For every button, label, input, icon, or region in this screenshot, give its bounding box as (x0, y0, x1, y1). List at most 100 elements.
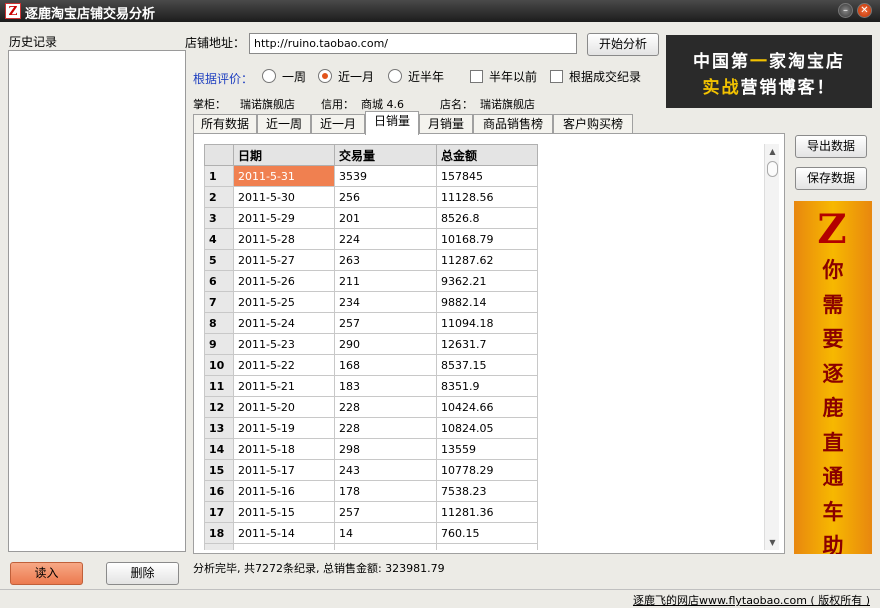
vertical-scrollbar[interactable]: ▲ ▼ (764, 144, 779, 550)
table-cell[interactable]: 11094.18 (436, 312, 538, 334)
table-row[interactable]: 9 2011-5-23 290 12631.7 (204, 333, 538, 355)
row-number-cell[interactable]: 19 (204, 543, 234, 550)
table-row[interactable]: 10 2011-5-22 168 8537.15 (204, 354, 538, 376)
table-cell[interactable]: 2011-5-29 (233, 207, 335, 229)
tab-all-data[interactable]: 所有数据 (193, 114, 257, 134)
table-cell[interactable]: 2011-5-19 (233, 417, 335, 439)
row-number-cell[interactable]: 17 (204, 501, 234, 523)
tab-month[interactable]: 近一月 (311, 114, 365, 134)
table-row[interactable]: 18 2011-5-14 14 760.15 (204, 522, 538, 544)
table-row[interactable]: 7 2011-5-25 234 9882.14 (204, 291, 538, 313)
table-cell[interactable]: 7538.23 (436, 480, 538, 502)
table-row[interactable]: 16 2011-5-16 178 7538.23 (204, 480, 538, 502)
table-row[interactable]: 5 2011-5-27 263 11287.62 (204, 249, 538, 271)
table-cell[interactable] (233, 543, 335, 550)
tab-product-ranking[interactable]: 商品销售榜 (473, 114, 553, 134)
export-data-button[interactable]: 导出数据 (795, 135, 867, 158)
row-number-cell[interactable]: 18 (204, 522, 234, 544)
ad-banner[interactable]: Z 你需要逐鹿直通车助手！ (794, 201, 872, 554)
column-header-volume[interactable]: 交易量 (334, 144, 437, 166)
start-analysis-button[interactable]: 开始分析 (587, 33, 659, 56)
tab-customer-ranking[interactable]: 客户购买榜 (553, 114, 633, 134)
table-row[interactable]: 12 2011-5-20 228 10424.66 (204, 396, 538, 418)
table-cell[interactable]: 263 (334, 249, 437, 271)
table-cell[interactable] (436, 543, 538, 550)
row-number-cell[interactable]: 15 (204, 459, 234, 481)
table-cell[interactable]: 8351.9 (436, 375, 538, 397)
table-cell[interactable]: 2011-5-24 (233, 312, 335, 334)
row-number-cell[interactable]: 5 (204, 249, 234, 271)
row-number-cell[interactable]: 4 (204, 228, 234, 250)
radio-month[interactable]: 近一月 (318, 68, 374, 84)
table-cell[interactable]: 10778.29 (436, 459, 538, 481)
data-grid[interactable]: 日期 交易量 总金额 1 2011-5-31 3539 157845 2 2011-5-3… (204, 144, 759, 550)
table-cell[interactable]: 228 (334, 396, 437, 418)
table-row[interactable]: 15 2011-5-17 243 10778.29 (204, 459, 538, 481)
scroll-up-icon[interactable]: ▲ (765, 144, 780, 159)
tab-week[interactable]: 近一周 (257, 114, 311, 134)
table-cell[interactable]: 2011-5-18 (233, 438, 335, 460)
table-cell[interactable]: 11281.36 (436, 501, 538, 523)
table-row[interactable]: 19 (204, 543, 538, 550)
table-cell[interactable]: 2011-5-21 (233, 375, 335, 397)
table-cell[interactable]: 2011-5-31 (233, 165, 335, 187)
row-number-cell[interactable]: 7 (204, 291, 234, 313)
table-cell[interactable]: 8537.15 (436, 354, 538, 376)
table-cell[interactable]: 12631.7 (436, 333, 538, 355)
table-cell[interactable]: 257 (334, 501, 437, 523)
table-cell[interactable]: 10824.05 (436, 417, 538, 439)
tab-monthly-sales[interactable]: 月销量 (419, 114, 473, 134)
table-row[interactable]: 3 2011-5-29 201 8526.8 (204, 207, 538, 229)
promo-banner[interactable]: 中国第一家淘宝店 实战营销博客！ (666, 35, 872, 108)
column-header-amount[interactable]: 总金额 (436, 144, 538, 166)
table-cell[interactable]: 178 (334, 480, 437, 502)
scroll-down-icon[interactable]: ▼ (765, 535, 780, 550)
table-cell[interactable]: 2011-5-15 (233, 501, 335, 523)
table-row[interactable]: 1 2011-5-31 3539 157845 (204, 165, 538, 187)
table-cell[interactable]: 11287.62 (436, 249, 538, 271)
shop-url-input[interactable]: http://ruino.taobao.com/ (249, 33, 577, 54)
checkbox-by-transactions[interactable]: 根据成交纪录 (550, 68, 641, 84)
table-cell[interactable]: 2011-5-16 (233, 480, 335, 502)
table-cell[interactable]: 256 (334, 186, 437, 208)
checkbox-before-half-year[interactable]: 半年以前 (470, 68, 537, 84)
table-cell[interactable]: 2011-5-22 (233, 354, 335, 376)
row-number-cell[interactable]: 12 (204, 396, 234, 418)
table-cell[interactable]: 168 (334, 354, 437, 376)
table-row[interactable]: 14 2011-5-18 298 13559 (204, 438, 538, 460)
scroll-thumb[interactable] (767, 161, 778, 177)
table-cell[interactable]: 8526.8 (436, 207, 538, 229)
table-cell[interactable]: 3539 (334, 165, 437, 187)
table-cell[interactable]: 2011-5-27 (233, 249, 335, 271)
table-cell[interactable]: 234 (334, 291, 437, 313)
minimize-icon[interactable]: – (838, 3, 853, 18)
table-cell[interactable]: 224 (334, 228, 437, 250)
table-row[interactable]: 4 2011-5-28 224 10168.79 (204, 228, 538, 250)
table-cell[interactable]: 2011-5-30 (233, 186, 335, 208)
table-cell[interactable]: 2011-5-26 (233, 270, 335, 292)
table-cell[interactable]: 2011-5-23 (233, 333, 335, 355)
table-cell[interactable]: 298 (334, 438, 437, 460)
table-cell[interactable]: 10424.66 (436, 396, 538, 418)
row-number-cell[interactable]: 6 (204, 270, 234, 292)
table-cell[interactable]: 228 (334, 417, 437, 439)
table-cell[interactable]: 10168.79 (436, 228, 538, 250)
row-number-cell[interactable]: 16 (204, 480, 234, 502)
row-number-cell[interactable]: 13 (204, 417, 234, 439)
table-cell[interactable]: 183 (334, 375, 437, 397)
table-cell[interactable]: 760.15 (436, 522, 538, 544)
radio-week[interactable]: 一周 (262, 68, 306, 84)
table-cell[interactable]: 2011-5-14 (233, 522, 335, 544)
row-number-cell[interactable]: 9 (204, 333, 234, 355)
row-number-cell[interactable]: 8 (204, 312, 234, 334)
table-row[interactable]: 2 2011-5-30 256 11128.56 (204, 186, 538, 208)
table-cell[interactable]: 2011-5-25 (233, 291, 335, 313)
title-bar[interactable]: Z 逐鹿淘宝店铺交易分析 – ✕ (0, 0, 880, 22)
row-number-cell[interactable]: 10 (204, 354, 234, 376)
table-cell[interactable]: 2011-5-17 (233, 459, 335, 481)
table-cell[interactable]: 9882.14 (436, 291, 538, 313)
table-cell[interactable]: 2011-5-20 (233, 396, 335, 418)
table-row[interactable]: 6 2011-5-26 211 9362.21 (204, 270, 538, 292)
history-list[interactable] (8, 50, 186, 552)
delete-button[interactable]: 删除 (106, 562, 179, 585)
